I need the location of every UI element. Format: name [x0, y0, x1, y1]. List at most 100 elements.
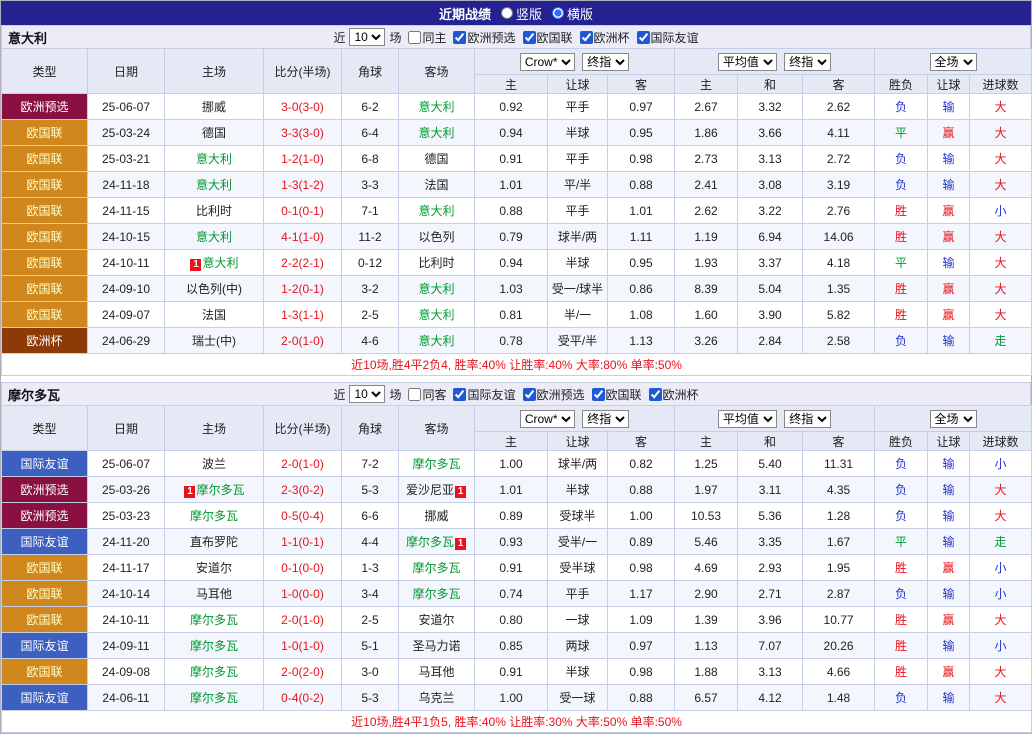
vertical-radio-label: 竖版 — [516, 4, 542, 23]
corner-cell: 6-4 — [342, 120, 399, 146]
odds-home-cell: 0.91 — [475, 555, 548, 581]
recent-count-select[interactable]: 10 — [349, 28, 385, 46]
handicap-result-cell: 赢 — [928, 555, 970, 581]
same-venue-checkbox[interactable] — [408, 388, 421, 401]
average-select[interactable]: 平均值 — [718, 53, 777, 71]
avg-draw-cell: 2.84 — [738, 328, 803, 354]
away-team-cell: 意大利 — [399, 302, 475, 328]
corner-cell: 7-1 — [342, 198, 399, 224]
col-date: 日期 — [88, 49, 165, 94]
goals-result-cell: 走 — [970, 328, 1032, 354]
league-checkbox[interactable] — [580, 31, 593, 44]
league-type-cell: 国际友谊 — [2, 633, 88, 659]
result-cell: 负 — [875, 451, 928, 477]
league-type-cell: 欧国联 — [2, 146, 88, 172]
team-label: 马耳他 — [418, 665, 454, 679]
handicap-result-cell: 赢 — [928, 276, 970, 302]
team-label: 乌克兰 — [418, 691, 454, 705]
avg-away-cell: 11.31 — [803, 451, 875, 477]
team-label: 比利时 — [196, 204, 232, 218]
corner-cell: 4-4 — [342, 529, 399, 555]
same-venue-checkbox[interactable] — [408, 31, 421, 44]
average-select[interactable]: 平均值 — [718, 410, 777, 428]
bookmaker-select[interactable]: Crow* — [520, 410, 575, 428]
result-cell: 负 — [875, 581, 928, 607]
vertical-radio[interactable] — [501, 7, 513, 19]
league-type-cell: 欧国联 — [2, 302, 88, 328]
avg-away-cell: 1.95 — [803, 555, 875, 581]
league-checkbox[interactable] — [523, 388, 536, 401]
layout-option-vertical[interactable]: 竖版 — [501, 4, 542, 23]
red-card-badge: 1 — [455, 486, 466, 498]
team-section-moldova: 摩尔多瓦 近 10 场 同客 国际友谊 欧洲预选 — [1, 382, 1031, 733]
result-cell: 平 — [875, 250, 928, 276]
away-team-cell: 法国 — [399, 172, 475, 198]
away-team-cell: 意大利 — [399, 276, 475, 302]
league-checkbox[interactable] — [523, 31, 536, 44]
league-type-cell: 欧洲杯 — [2, 328, 88, 354]
league-filter[interactable]: 欧国联 — [587, 386, 642, 403]
period-select[interactable]: 全场 — [930, 53, 977, 71]
away-team-cell: 比利时 — [399, 250, 475, 276]
odds-time-select[interactable]: 终指 — [582, 410, 629, 428]
odds-time-select[interactable]: 终指 — [582, 53, 629, 71]
league-type-cell: 欧洲预选 — [2, 503, 88, 529]
league-filter[interactable]: 国际友谊 — [448, 386, 515, 403]
result-cell: 平 — [875, 120, 928, 146]
horizontal-radio[interactable] — [552, 7, 564, 19]
same-venue-filter[interactable]: 同客 — [403, 386, 446, 403]
odds-away-cell: 0.95 — [608, 250, 675, 276]
odds-time-select[interactable]: 终指 — [784, 410, 831, 428]
same-venue-label: 同客 — [422, 386, 446, 403]
league-checkbox[interactable] — [453, 31, 466, 44]
league-checkbox[interactable] — [453, 388, 466, 401]
league-checkbox[interactable] — [592, 388, 605, 401]
filters: 近 10 场 同客 国际友谊 欧洲预选 欧国联 — [333, 385, 698, 403]
bookmaker-select[interactable]: Crow* — [520, 53, 575, 71]
match-date-cell: 24-10-11 — [88, 250, 165, 276]
league-type-cell: 欧国联 — [2, 172, 88, 198]
layout-option-horizontal[interactable]: 横版 — [552, 4, 593, 23]
recent-count-select[interactable]: 10 — [349, 385, 385, 403]
corner-cell: 5-3 — [342, 685, 399, 711]
handicap-result-cell: 输 — [928, 633, 970, 659]
league-filter[interactable]: 欧洲预选 — [518, 386, 585, 403]
league-filter[interactable]: 欧洲杯 — [575, 29, 630, 46]
league-filter[interactable]: 欧洲杯 — [644, 386, 699, 403]
odds-home-cell: 0.85 — [475, 633, 548, 659]
match-row: 欧国联24-10-111意大利2-2(2-1)0-12比利时0.94半球0.95… — [2, 250, 1032, 276]
odds-home-cell: 0.92 — [475, 94, 548, 120]
home-team-cell: 摩尔多瓦 — [165, 607, 264, 633]
goals-result-cell: 大 — [970, 276, 1032, 302]
col-odds-away: 客 — [608, 75, 675, 94]
odds-handicap-cell: 半球 — [548, 477, 608, 503]
goals-result-cell: 小 — [970, 581, 1032, 607]
score-cell: 2-0(1-0) — [264, 451, 342, 477]
avg-draw-cell: 3.13 — [738, 659, 803, 685]
match-row: 欧国联24-11-15比利时0-1(0-1)7-1意大利0.88平手1.012.… — [2, 198, 1032, 224]
odds-away-cell: 0.88 — [608, 477, 675, 503]
odds-home-cell: 1.03 — [475, 276, 548, 302]
league-filter[interactable]: 国际友谊 — [632, 29, 699, 46]
handicap-result-cell: 赢 — [928, 607, 970, 633]
league-checkbox[interactable] — [649, 388, 662, 401]
odds-time-select[interactable]: 终指 — [784, 53, 831, 71]
result-cell: 负 — [875, 172, 928, 198]
team-label: 安道尔 — [418, 613, 454, 627]
col-odds-home: 主 — [475, 432, 548, 451]
odds-home-cell: 0.91 — [475, 146, 548, 172]
odds-home-cell: 0.89 — [475, 503, 548, 529]
league-checkbox[interactable] — [637, 31, 650, 44]
period-select[interactable]: 全场 — [930, 410, 977, 428]
league-filter[interactable]: 欧洲预选 — [448, 29, 515, 46]
team-label: 波兰 — [202, 457, 226, 471]
col-odds-home: 主 — [475, 75, 548, 94]
league-filter[interactable]: 欧国联 — [518, 29, 573, 46]
odds-home-cell: 1.00 — [475, 685, 548, 711]
odds-handicap-cell: 受一/球半 — [548, 276, 608, 302]
match-date-cell: 25-06-07 — [88, 451, 165, 477]
col-odds-away: 客 — [608, 432, 675, 451]
odds-home-cell: 0.94 — [475, 250, 548, 276]
same-venue-filter[interactable]: 同主 — [403, 29, 446, 46]
home-team-cell: 法国 — [165, 302, 264, 328]
